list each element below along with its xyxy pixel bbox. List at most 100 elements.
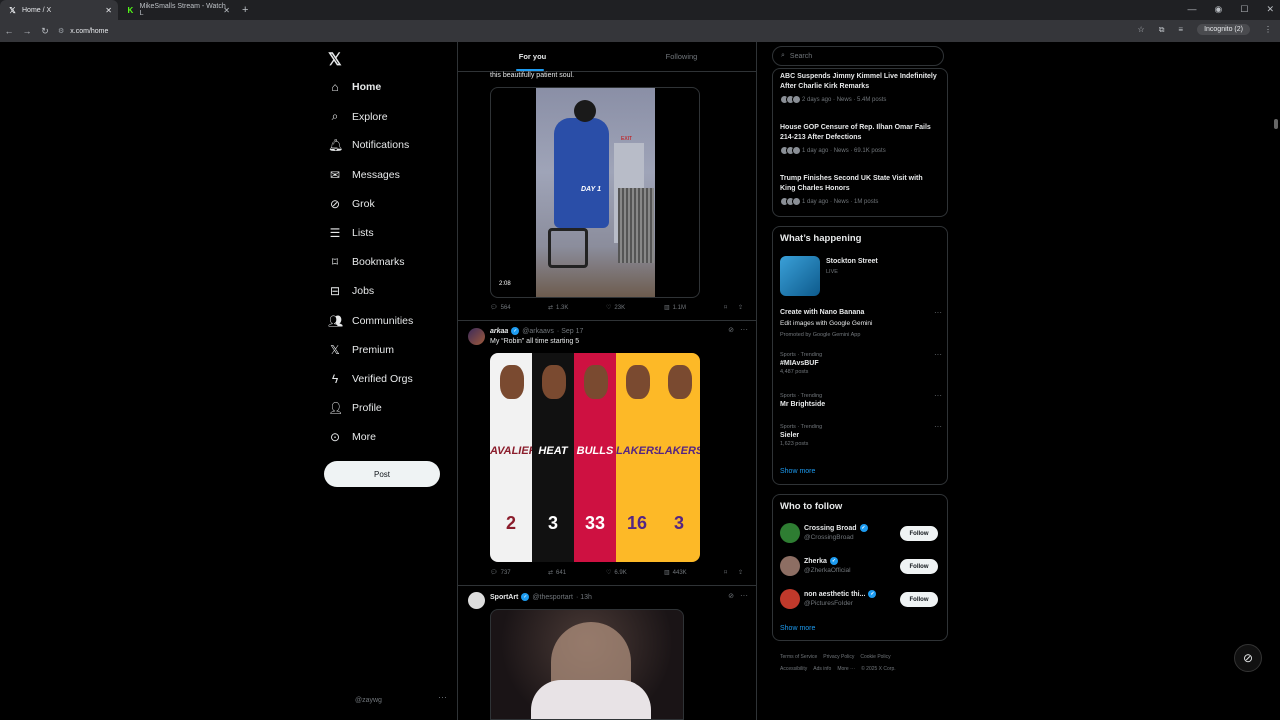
post-image[interactable] <box>490 609 684 720</box>
avatar[interactable] <box>468 592 485 609</box>
tab-for-you[interactable]: For you <box>458 42 607 71</box>
post-time[interactable]: · 13h <box>576 594 592 601</box>
follow-suggestion[interactable]: Zherka ✓ @ZherkaOfficial Follow <box>780 556 940 578</box>
more-icon[interactable]: ··· <box>740 591 748 600</box>
avatar[interactable] <box>780 523 800 543</box>
account-more-icon[interactable]: ··· <box>438 692 447 702</box>
nav-item-communities[interactable]: 👥︎ Communities <box>328 314 413 328</box>
more-icon[interactable]: ··· <box>934 422 942 431</box>
minimize-icon[interactable]: — <box>1188 4 1197 15</box>
nav-item-profile[interactable]: 👤︎ Profile <box>328 401 382 415</box>
author-name[interactable]: SportArt <box>490 594 518 601</box>
bookmark-icon[interactable]: ⌑ <box>724 304 738 311</box>
views-button[interactable]: ▥ 1.1M <box>664 304 724 312</box>
site-info-icon[interactable]: ⚙ <box>58 27 64 35</box>
avatar[interactable] <box>780 589 800 609</box>
post-video[interactable]: EXIT DAY 1 2:08 <box>490 87 700 298</box>
scrollbar[interactable] <box>1274 119 1278 129</box>
like-button[interactable]: ♡ 23K <box>606 304 664 312</box>
avatar[interactable] <box>468 328 485 345</box>
follow-button[interactable]: Follow <box>900 559 938 574</box>
reply-button[interactable]: 💬︎ 564 <box>490 304 548 312</box>
account-handle[interactable]: @zaywg <box>355 697 382 704</box>
nav-item-messages[interactable]: ✉ Messages <box>328 168 400 182</box>
forward-icon[interactable]: → <box>18 26 36 36</box>
promo-title[interactable]: Create with Nano Banana <box>780 309 864 316</box>
show-more-link[interactable]: Show more <box>780 625 815 632</box>
grok-float-button[interactable]: ⊘ <box>1234 644 1262 672</box>
follow-button[interactable]: Follow <box>900 526 938 541</box>
footer-link[interactable]: Accessibility <box>780 666 807 672</box>
nav-item-more[interactable]: ⊙ More <box>328 430 376 444</box>
extension-icon[interactable]: ⧉ <box>1159 25 1165 35</box>
media-icon[interactable]: ≡ <box>1178 25 1183 34</box>
trend-item[interactable]: Sports · Trending Sieler 1,623 posts <box>780 424 940 447</box>
more-icon[interactable]: ··· <box>740 325 748 334</box>
tab-following[interactable]: Following <box>607 42 756 71</box>
close-icon[interactable]: ✕ <box>105 6 112 15</box>
nav-item-premium[interactable]: 𝕏 Premium <box>328 343 394 357</box>
news-item[interactable]: ABC Suspends Jimmy Kimmel Live Indefinit… <box>780 72 940 104</box>
repost-button[interactable]: ⇄ 1.3K <box>548 304 606 312</box>
nav-item-bookmarks[interactable]: ⌑ Bookmarks <box>328 255 405 269</box>
nav-item-home[interactable]: ⌂ Home <box>328 80 381 94</box>
nav-item-notifications[interactable]: 🔔︎ Notifications <box>328 138 409 152</box>
views-button[interactable]: ▥ 443K <box>664 569 724 577</box>
tab-home-x[interactable]: 𝕏 Home / X ✕ <box>0 0 118 20</box>
news-item[interactable]: Trump Finishes Second UK State Visit wit… <box>780 174 940 206</box>
x-logo-icon[interactable]: 𝕏 <box>328 50 342 70</box>
footer-link[interactable]: Terms of Service <box>780 654 817 660</box>
follow-suggestion[interactable]: non aesthetic thi... ✓ @PicturesFoIder Foll… <box>780 589 940 611</box>
live-thumbnail[interactable] <box>780 256 820 296</box>
reload-icon[interactable]: ↻ <box>36 26 54 37</box>
more-icon[interactable]: ··· <box>934 308 942 317</box>
footer-link[interactable]: Privacy Policy <box>823 654 854 660</box>
menu-kebab-icon[interactable]: ⋮ <box>1264 25 1272 34</box>
trend-item[interactable]: Sports · Trending #MIAvsBUF 4,487 posts <box>780 352 940 375</box>
maximize-icon[interactable]: ☐ <box>1240 4 1248 15</box>
nav-item-explore[interactable]: ⌕ Explore <box>328 109 388 124</box>
new-tab-button[interactable]: + <box>242 4 248 16</box>
more-icon[interactable]: ··· <box>934 391 942 400</box>
trend-item[interactable]: Sports · Trending Mr Brightside <box>780 393 940 410</box>
person-shape <box>554 118 609 228</box>
repost-button[interactable]: ⇄ 641 <box>548 569 606 577</box>
grok-icon[interactable]: ⊘ <box>728 592 734 600</box>
nav-item-grok[interactable]: ⊘ Grok <box>328 197 375 211</box>
like-count: 23K <box>614 304 626 311</box>
author-name[interactable]: arkaa <box>490 328 508 335</box>
show-more-link[interactable]: Show more <box>780 468 815 475</box>
avatar[interactable] <box>780 556 800 576</box>
share-icon[interactable]: ⇪ <box>738 569 743 576</box>
search-input[interactable]: ⌕ Search <box>772 46 944 66</box>
close-icon[interactable]: ✕ <box>223 6 230 15</box>
post-image[interactable]: AVALIERS 2 HEAT 3 BULLS 33 LAKERS 16 LAKERS 3 <box>490 353 700 562</box>
more-icon[interactable]: ··· <box>934 350 942 359</box>
post-button[interactable]: Post <box>324 461 440 487</box>
grok-icon[interactable]: ⊘ <box>728 326 734 334</box>
incognito-badge[interactable]: Incognito (2) <box>1197 24 1250 35</box>
footer-link[interactable]: Ads info <box>813 666 831 672</box>
close-window-icon[interactable]: ✕ <box>1266 4 1274 15</box>
star-icon[interactable]: ☆ <box>1138 25 1145 34</box>
follow-suggestion[interactable]: Crossing Broad ✓ @CrossingBroad Follow <box>780 523 940 545</box>
nav-item-lists[interactable]: ☰ Lists <box>328 226 374 240</box>
like-button[interactable]: ♡ 6.9K <box>606 569 664 577</box>
footer-link[interactable]: Cookie Policy <box>860 654 890 660</box>
nav-item-jobs[interactable]: ⊟ Jobs <box>328 284 374 298</box>
share-icon[interactable]: ⇪ <box>738 304 743 311</box>
news-item[interactable]: House GOP Censure of Rep. Ilhan Omar Fai… <box>780 123 940 155</box>
footer-link[interactable]: More ··· <box>837 666 855 672</box>
bookmark-icon[interactable]: ⌑ <box>724 569 738 576</box>
author-handle[interactable]: @arkaavs <box>522 328 554 335</box>
tab-kick-stream[interactable]: K MikeSmalls Stream - Watch L ✕ <box>118 0 236 20</box>
reply-button[interactable]: 💬︎ 737 <box>490 569 548 577</box>
back-icon[interactable]: ← <box>0 26 18 36</box>
nav-item-verified-orgs[interactable]: ϟ Verified Orgs <box>328 372 413 386</box>
live-title[interactable]: Stockton Street <box>826 258 878 265</box>
follow-button[interactable]: Follow <box>900 592 938 607</box>
author-handle[interactable]: @thesportart <box>532 594 573 601</box>
address-bar[interactable]: ⚙ x.com/home <box>58 27 108 36</box>
post-time[interactable]: · Sep 17 <box>557 328 583 335</box>
footer-link[interactable]: © 2025 X Corp. <box>861 666 896 672</box>
